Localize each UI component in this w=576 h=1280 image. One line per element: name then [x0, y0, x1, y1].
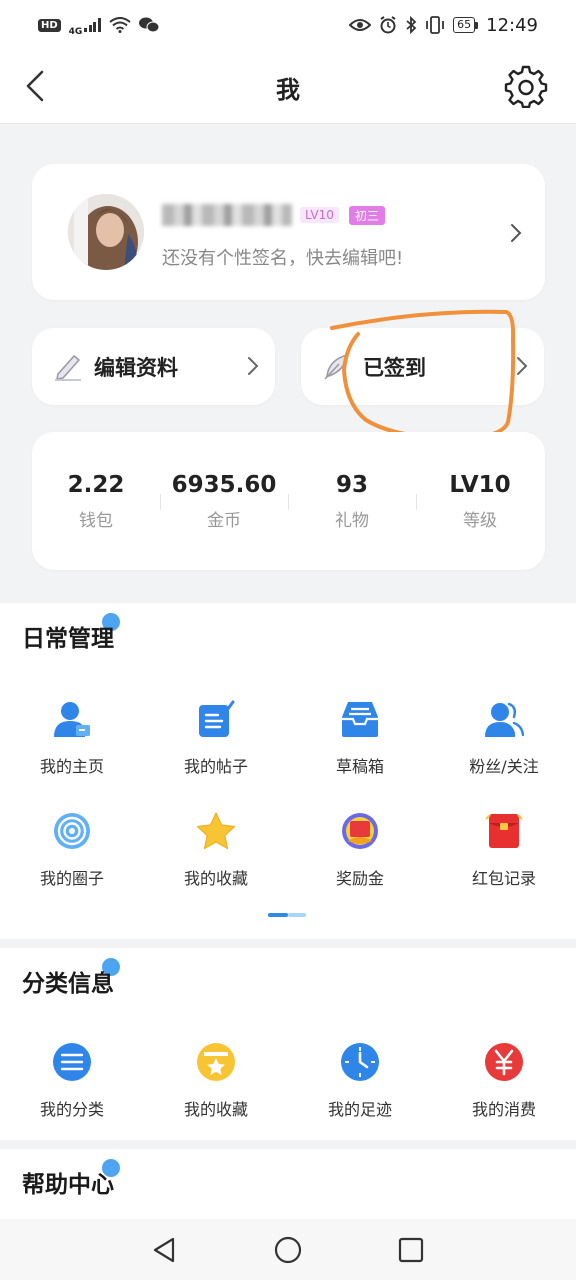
- username: LV10 初三: [162, 202, 385, 228]
- homepage-icon: [54, 702, 90, 737]
- clock-icon: [341, 1043, 379, 1081]
- red-packet-icon: [485, 814, 523, 848]
- grid-item-followers[interactable]: 粉丝/关注: [432, 699, 576, 777]
- stats-card: 2.22 钱包 6935.60 金币 93 礼物 LV10 等级: [32, 432, 545, 570]
- section-title: 分类信息: [22, 971, 114, 997]
- battery-icon: 65: [453, 17, 479, 33]
- chevron-right-icon: [517, 357, 528, 375]
- section-title: 日常管理: [22, 626, 114, 652]
- pencil-icon: [55, 355, 81, 381]
- nav-home-icon[interactable]: [273, 1235, 303, 1265]
- posts-icon: [199, 700, 235, 737]
- grid-item-footprints[interactable]: 我的足迹: [288, 1042, 432, 1120]
- vibrate-icon: [426, 16, 445, 34]
- stat-value: 2.22: [67, 472, 125, 498]
- grid-label: 我的收藏: [183, 1100, 248, 1119]
- grid-label: 红包记录: [471, 869, 536, 888]
- stat-label: 金币: [207, 511, 241, 531]
- username-blurred: [162, 204, 292, 226]
- page-title: 我: [276, 76, 300, 104]
- stat-wallet[interactable]: 2.22 钱包: [32, 472, 160, 531]
- grid-item-reward[interactable]: 奖励金: [288, 811, 432, 889]
- section-title: 帮助中心: [22, 1172, 114, 1198]
- eye-icon: [349, 19, 372, 31]
- avatar[interactable]: [68, 194, 144, 270]
- drafts-icon: [342, 702, 378, 737]
- sign-in-button[interactable]: 已签到: [301, 328, 544, 405]
- stat-level[interactable]: LV10 等级: [416, 472, 544, 531]
- grid-item-favorites[interactable]: 我的收藏: [144, 811, 288, 889]
- grid-label: 我的收藏: [183, 869, 248, 888]
- stat-value: LV10: [449, 472, 511, 498]
- status-bar: HD 4G 65 12:49: [0, 0, 576, 50]
- stat-value: 6935.60: [171, 472, 277, 498]
- hd-icon: HD: [38, 18, 61, 32]
- grid-item-homepage[interactable]: 我的主页: [0, 699, 144, 777]
- signature-text: 还没有个性签名，快去编辑吧!: [162, 248, 404, 269]
- nav-bar: 我: [0, 50, 576, 124]
- wechat-icon: [138, 17, 159, 33]
- grid-label: 我的主页: [39, 757, 104, 776]
- stat-value: 93: [335, 472, 368, 498]
- circle-icon: [54, 813, 90, 849]
- grid-label: 粉丝/关注: [469, 757, 539, 776]
- sign-in-label: 已签到: [363, 356, 426, 380]
- stat-label: 钱包: [79, 511, 113, 531]
- followers-icon: [485, 702, 524, 737]
- category-info-section: 分类信息 我的分类 我的收藏 我的足迹 我的消费: [0, 948, 576, 1140]
- battery-level: 65: [453, 17, 476, 33]
- star-icon: [196, 812, 236, 850]
- signal-icon: [84, 18, 101, 32]
- clock-time: 12:49: [486, 14, 538, 36]
- grid-item-spending[interactable]: 我的消费: [432, 1042, 576, 1120]
- grid-item-posts[interactable]: 我的帖子: [144, 699, 288, 777]
- reward-icon: [342, 813, 378, 849]
- page-indicator: [268, 913, 306, 917]
- gear-icon[interactable]: [504, 64, 548, 108]
- system-nav-bar: [0, 1219, 576, 1280]
- edit-profile-label: 编辑资料: [94, 356, 178, 380]
- nav-recents-icon[interactable]: [396, 1235, 426, 1265]
- daily-management-section: 日常管理 我的主页 我的帖子 草稿箱 粉丝/关注 我的圈子 我的收藏 奖励金 红…: [0, 603, 576, 939]
- chevron-right-icon: [511, 224, 522, 242]
- favorites-folder-icon: [197, 1043, 235, 1081]
- grid-label: 奖励金: [335, 869, 384, 888]
- grid-item-my-favorites[interactable]: 我的收藏: [144, 1042, 288, 1120]
- grid-label: 我的帖子: [183, 757, 248, 776]
- bluetooth-icon: [406, 16, 417, 34]
- grid-label: 我的圈子: [39, 869, 104, 888]
- grid-item-drafts[interactable]: 草稿箱: [288, 699, 432, 777]
- grid-item-circle[interactable]: 我的圈子: [0, 811, 144, 889]
- category-list-icon: [53, 1043, 91, 1081]
- grid-label: 我的足迹: [327, 1100, 392, 1119]
- wifi-icon: [109, 17, 131, 33]
- grid-label: 我的消费: [471, 1100, 536, 1119]
- grid-item-red-packet[interactable]: 红包记录: [432, 811, 576, 889]
- chevron-right-icon: [248, 357, 259, 375]
- grid-label: 我的分类: [39, 1100, 104, 1119]
- nav-back-icon[interactable]: [150, 1235, 180, 1265]
- stat-label: 礼物: [335, 511, 369, 531]
- network-type: 4G: [68, 27, 83, 37]
- grade-badge: 初三: [348, 205, 385, 225]
- help-center-section[interactable]: 帮助中心: [0, 1149, 576, 1219]
- feather-icon: [324, 353, 348, 380]
- level-badge: LV10: [300, 207, 339, 223]
- grid-item-my-category[interactable]: 我的分类: [0, 1042, 144, 1120]
- yuan-icon: [485, 1043, 523, 1081]
- grid-label: 草稿箱: [335, 757, 384, 776]
- edit-profile-button[interactable]: 编辑资料: [32, 328, 275, 405]
- alarm-icon: [380, 16, 396, 34]
- stat-coins[interactable]: 6935.60 金币: [160, 472, 288, 531]
- page-dot-active: [268, 913, 288, 917]
- stat-label: 等级: [463, 511, 497, 531]
- profile-card[interactable]: LV10 初三 还没有个性签名，快去编辑吧!: [32, 164, 545, 300]
- page-dot-inactive: [288, 913, 306, 917]
- stat-gifts[interactable]: 93 礼物: [288, 472, 416, 531]
